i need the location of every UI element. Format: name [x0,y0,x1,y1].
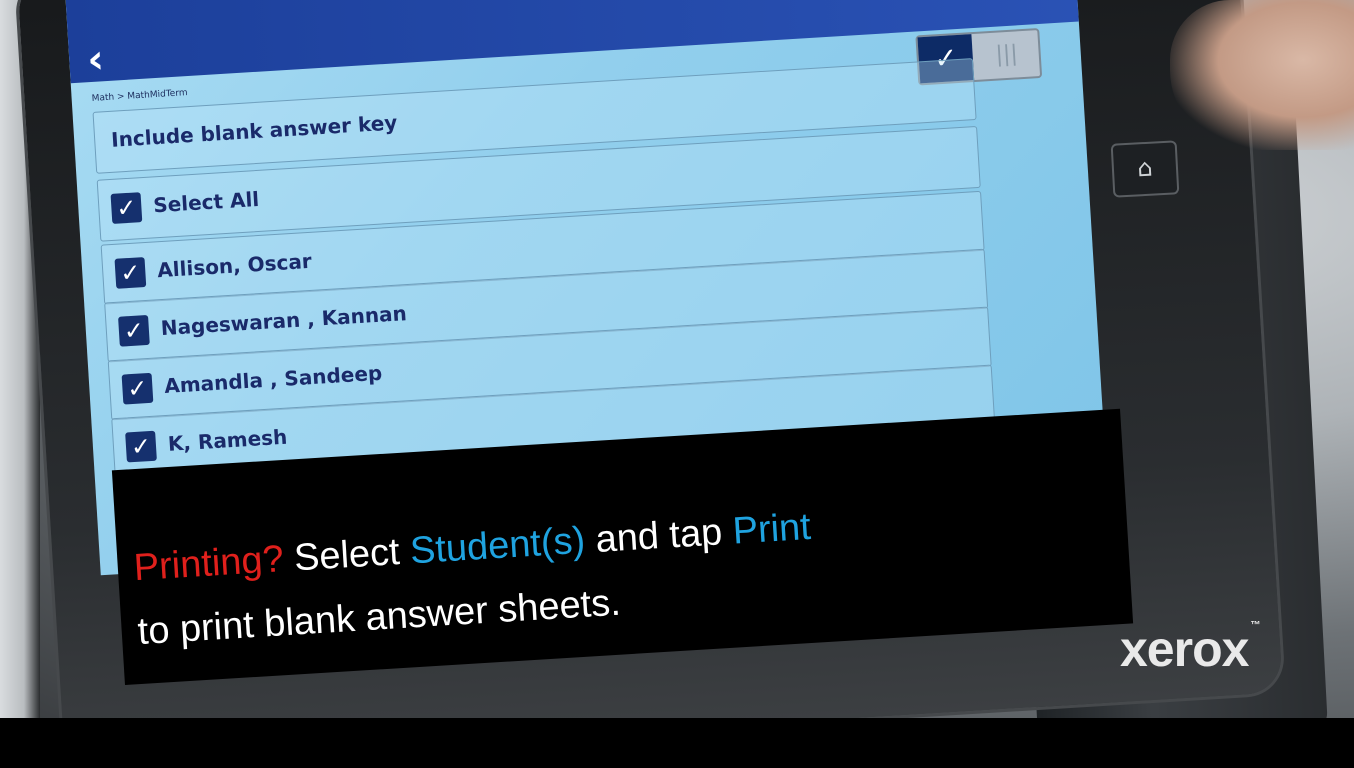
grip-icon: ||| [994,41,1019,68]
student-checkbox[interactable]: ✓ [114,257,147,289]
letterbox-bar [0,718,1354,768]
caption-highlight-print: Print [731,505,812,553]
caption-text: and tap [583,510,734,562]
chevron-left-icon: ‹ [85,36,106,84]
home-icon: ⌂ [1136,153,1154,183]
student-name: Allison, Oscar [156,248,313,283]
caption-text: Select [282,530,412,581]
breadcrumb: Math > MathMidTerm [91,88,188,104]
caption-line-1: Printing? Select Student(s) and tap Prin… [133,506,812,590]
include-blank-label: Include blank answer key [110,110,398,152]
student-checkbox[interactable]: ✓ [121,372,154,405]
hand [1170,0,1354,150]
back-button[interactable]: ‹ [86,36,128,83]
brand-name: xerox [1120,621,1249,677]
student-name: K, Ramesh [167,424,288,456]
video-frame: ⌂ ‹ Math > MathMidTerm ✓ ||| Include bla… [0,0,1354,718]
trademark-mark: ™ [1250,620,1260,631]
home-button[interactable]: ⌂ [1110,140,1180,198]
student-checkbox[interactable]: ✓ [118,314,150,347]
select-all-checkbox[interactable]: ✓ [110,192,143,224]
xerox-logo: xerox ™ [1120,620,1300,680]
caption-line-2: to print blank answer sheets. [136,581,622,654]
select-all-label: Select All [152,186,260,218]
student-name: Nageswaran , Kannan [160,301,408,341]
caption-highlight-students: Student(s) [408,519,587,573]
student-checkbox[interactable]: ✓ [125,430,157,463]
student-name: Amandla , Sandeep [163,360,383,399]
caption-highlight-printing: Printing? [132,538,285,590]
